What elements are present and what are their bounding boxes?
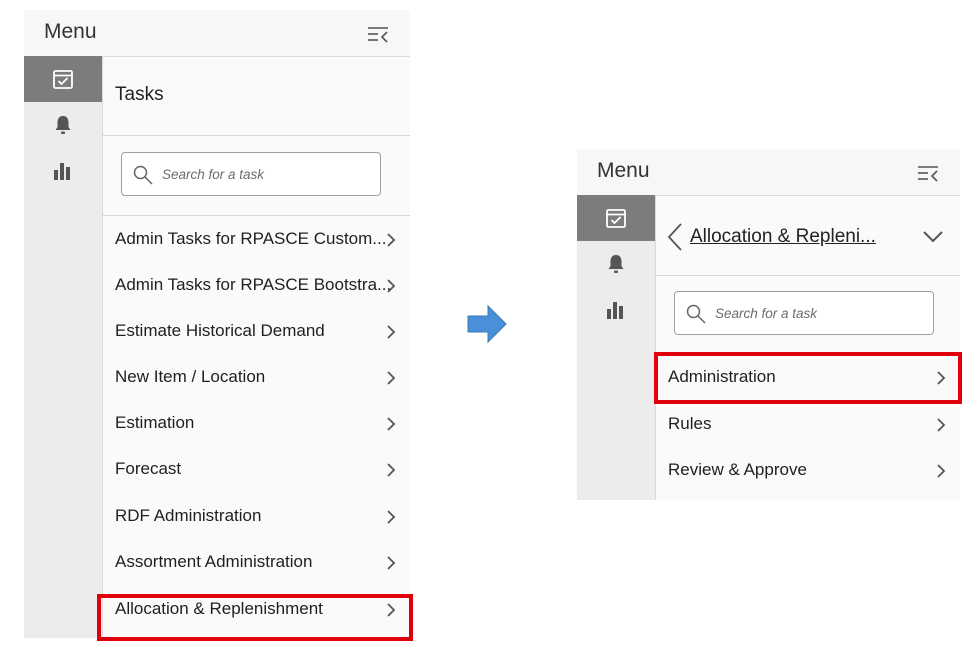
task-item-label: Admin Tasks for RPASCE Custom... [115,229,387,248]
chevron-right-icon [387,371,396,385]
rail-tab-notifications[interactable] [24,102,102,148]
search-placeholder: Search for a task [162,167,265,182]
chevron-right-icon [387,417,396,431]
task-item[interactable]: Review & Approve [656,448,960,494]
search-icon [686,304,706,324]
chevron-right-icon [387,325,396,339]
arrow-right-icon [467,304,507,344]
chevron-right-icon [387,510,396,524]
bar-chart-icon [54,163,70,180]
icon-rail [577,195,656,500]
task-item-label: New Item / Location [115,367,266,386]
chevron-left-icon [667,223,682,251]
rail-tab-notifications[interactable] [577,241,655,287]
divider [103,215,410,216]
chevron-right-icon [937,464,946,478]
task-item-label: Estimation [115,413,195,432]
task-item-label: Review & Approve [668,460,807,479]
search-placeholder: Search for a task [715,306,818,321]
task-item-label: Assortment Administration [115,552,313,571]
chevron-right-icon [937,418,946,432]
breadcrumb[interactable]: Allocation & Repleni... [690,226,876,248]
right-menu-panel: Menu Allocation & Repleni... Search for … [577,149,960,500]
calendar-check-icon [606,209,626,228]
bell-icon [55,116,71,134]
collapse-menu-icon[interactable] [916,163,940,183]
task-item[interactable]: Admin Tasks for RPASCE Custom... [103,217,410,263]
task-item[interactable]: Rules [656,402,960,448]
task-item-label: Estimate Historical Demand [115,321,325,340]
back-button[interactable]: Allocation & Repleni... [666,217,876,257]
chevron-right-icon [387,233,396,247]
task-item[interactable]: Assortment Administration [103,540,410,586]
task-item-label: Rules [668,414,712,433]
task-item[interactable]: Estimation [103,401,410,447]
bell-icon [608,255,624,273]
task-item[interactable]: New Item / Location [103,355,410,401]
divider [656,275,960,276]
rail-tab-reports[interactable] [577,287,655,333]
rail-tab-tasks[interactable] [24,56,102,102]
task-item[interactable]: Admin Tasks for RPASCE Bootstra... [103,263,410,309]
rail-tab-reports[interactable] [24,148,102,194]
task-item[interactable]: Forecast [103,447,410,493]
highlight-box [654,352,962,404]
search-input[interactable]: Search for a task [674,291,934,335]
submenu-content: Allocation & Repleni... Search for a tas… [656,195,960,500]
task-item[interactable]: Estimate Historical Demand [103,309,410,355]
bar-chart-icon [607,302,623,319]
chevron-down-icon[interactable] [922,230,944,244]
highlight-box [97,594,413,641]
task-item[interactable]: RDF Administration [103,494,410,540]
divider [103,135,410,136]
search-icon [133,165,153,185]
left-menu-panel: Menu Tasks Search for a task Admin Tasks… [24,10,410,638]
rail-tab-tasks[interactable] [577,195,655,241]
chevron-right-icon [387,279,396,293]
menu-title: Menu [44,20,97,43]
menu-title: Menu [597,159,650,182]
menu-header: Menu [577,149,960,196]
task-item-label: Forecast [115,459,182,478]
chevron-right-icon [387,556,396,570]
collapse-menu-icon[interactable] [366,24,390,44]
tasks-content: Tasks Search for a task Admin Tasks for … [103,56,410,638]
icon-rail [24,56,103,638]
chevron-right-icon [387,463,396,477]
section-title: Tasks [115,84,164,105]
menu-header: Menu [24,10,410,57]
task-item-label: RDF Administration [115,506,262,525]
calendar-check-icon [53,70,73,89]
search-input[interactable]: Search for a task [121,152,381,196]
task-item-label: Admin Tasks for RPASCE Bootstra... [115,275,392,294]
